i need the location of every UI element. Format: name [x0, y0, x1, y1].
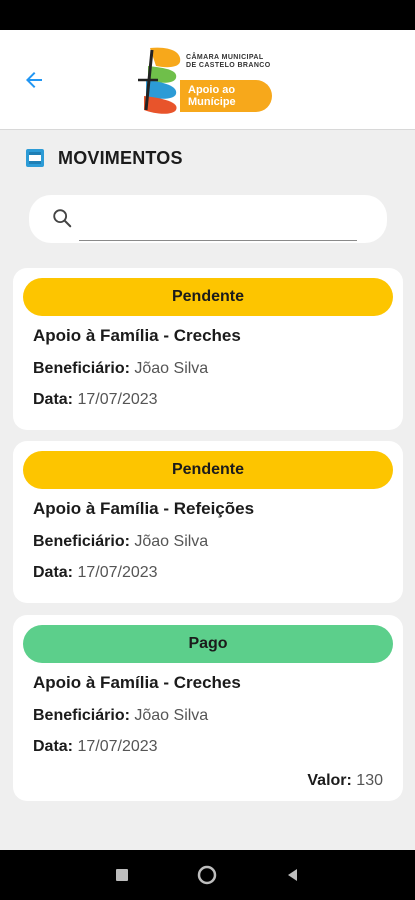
- data-label: Data:: [33, 391, 74, 408]
- search-box: [29, 195, 387, 243]
- beneficiario-value: Jõao Silva: [134, 533, 209, 550]
- status-bar: [0, 0, 415, 30]
- movimento-card[interactable]: Pendente Apoio à Família - Creches Benef…: [13, 268, 403, 430]
- card-title: Apoio à Família - Creches: [33, 673, 241, 692]
- data-value: 17/07/2023: [77, 391, 158, 408]
- recent-apps-icon[interactable]: [114, 867, 130, 883]
- beneficiario-label: Beneficiário:: [33, 360, 130, 377]
- section-title: MOVIMENTOS: [24, 146, 183, 170]
- back-nav-icon[interactable]: [285, 867, 301, 883]
- card-title: Apoio à Família - Refeições: [33, 499, 255, 518]
- app-header: CÂMARA MUNICIPAL DE CASTELO BRANCO Apoio…: [0, 30, 415, 130]
- status-badge: Pendente: [23, 451, 393, 489]
- system-nav-bar: [0, 850, 415, 900]
- search-input[interactable]: [79, 203, 357, 241]
- data-row: Data: 17/07/2023: [33, 738, 158, 756]
- movimento-card[interactable]: Pendente Apoio à Família - Refeições Ben…: [13, 441, 403, 603]
- list-icon: [26, 149, 44, 167]
- home-icon[interactable]: [197, 865, 217, 885]
- beneficiario-row: Beneficiário: Jõao Silva: [33, 533, 208, 551]
- status-badge-label: Pendente: [171, 461, 244, 478]
- valor-label: Valor:: [307, 772, 352, 789]
- arrow-back-icon: [26, 72, 42, 88]
- status-badge: Pago: [23, 625, 393, 663]
- status-badge: Pendente: [23, 278, 393, 316]
- data-row: Data: 17/07/2023: [33, 564, 158, 582]
- beneficiario-value: Jõao Silva: [134, 707, 209, 724]
- data-value: 17/07/2023: [77, 564, 158, 581]
- card-title: Apoio à Família - Creches: [33, 326, 241, 345]
- data-label: Data:: [33, 564, 74, 581]
- logo-org-name: CÂMARA MUNICIPAL DE CASTELO BRANCO: [186, 54, 271, 70]
- status-badge-label: Pendente: [171, 288, 244, 305]
- status-badge-label: Pago: [188, 635, 228, 652]
- beneficiario-row: Beneficiário: Jõao Silva: [33, 707, 208, 725]
- search-icon: [53, 209, 72, 228]
- data-row: Data: 17/07/2023: [33, 391, 158, 409]
- logo-org-line2: DE CASTELO BRANCO: [186, 62, 271, 69]
- app-logo: CÂMARA MUNICIPAL DE CASTELO BRANCO Apoio…: [136, 44, 281, 116]
- beneficiario-row: Beneficiário: Jõao Silva: [33, 360, 208, 378]
- logo-badge-line2: Munícipe: [188, 96, 236, 108]
- back-button[interactable]: [18, 64, 50, 96]
- beneficiario-value: Jõao Silva: [134, 360, 209, 377]
- beneficiario-label: Beneficiário:: [33, 533, 130, 550]
- logo-badge: Apoio ao Munícipe: [180, 80, 272, 112]
- beneficiario-label: Beneficiário:: [33, 707, 130, 724]
- data-label: Data:: [33, 738, 74, 755]
- logo-org-line1: CÂMARA MUNICIPAL: [186, 54, 264, 61]
- page-title: MOVIMENTOS: [58, 147, 183, 168]
- logo-badge-line1: Apoio ao: [188, 84, 236, 96]
- movimento-card[interactable]: Pago Apoio à Família - Creches Beneficiá…: [13, 615, 403, 801]
- valor-value: 130: [356, 772, 383, 789]
- data-value: 17/07/2023: [77, 738, 158, 755]
- logo-mark-icon: [138, 47, 181, 114]
- valor-row: Valor: 130: [307, 772, 383, 790]
